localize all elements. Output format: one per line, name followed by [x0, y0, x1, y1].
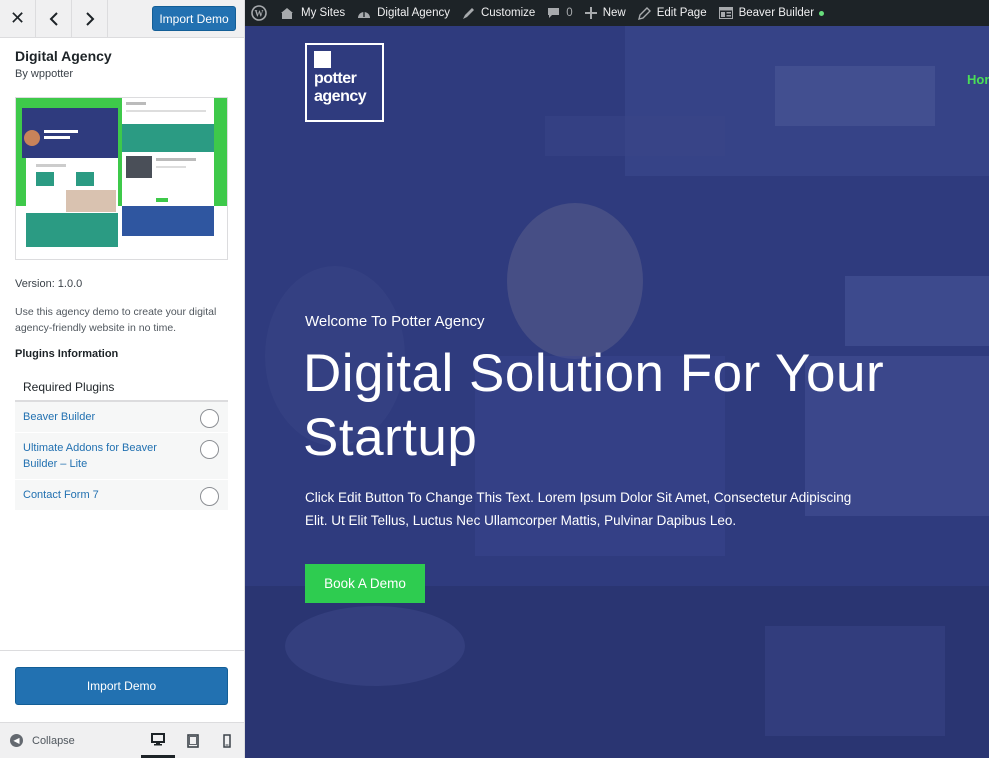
logo-line-2: agency — [314, 88, 367, 105]
my-sites-label: My Sites — [301, 7, 346, 19]
status-dot-icon — [819, 10, 825, 16]
collapse-label: Collapse — [32, 734, 75, 747]
hero-subtitle: Welcome To Potter Agency — [305, 313, 485, 330]
site-preview: potter agency Hor Welcome To Potter Agen… — [245, 26, 989, 758]
plugin-name[interactable]: Ultimate Addons for Beaver Builder – Lit… — [23, 442, 157, 470]
import-demo-button[interactable]: Import Demo — [15, 667, 228, 705]
chevron-right-icon[interactable] — [72, 0, 108, 37]
plugin-status-icon — [200, 440, 219, 459]
wp-admin-bar: W My Sites Digital Agency Customize 0 Ne… — [245, 0, 989, 26]
required-plugins-header: Required Plugins — [15, 372, 228, 402]
comments-link[interactable]: 0 — [541, 0, 578, 26]
theme-author: By wppotter — [15, 68, 74, 80]
customizer-sidebar: ✕ Import Demo Digital Agency By wppotter — [0, 0, 245, 758]
tablet-preview-icon[interactable] — [176, 723, 210, 758]
new-content-menu[interactable]: New — [579, 0, 632, 26]
plugins-heading: Plugins Information — [15, 348, 119, 360]
book-demo-button[interactable]: Book A Demo — [305, 564, 425, 603]
chevron-left-icon[interactable] — [36, 0, 72, 37]
customize-label: Customize — [480, 7, 536, 19]
mobile-preview-icon[interactable] — [210, 723, 244, 758]
my-sites-menu[interactable]: My Sites — [273, 0, 351, 26]
plugin-status-icon — [200, 409, 219, 428]
beaver-builder-link[interactable]: Beaver Builder — [713, 0, 830, 26]
desktop-preview-icon[interactable] — [141, 723, 175, 758]
site-logo[interactable]: potter agency — [305, 43, 384, 122]
hero-body-text: Click Edit Button To Change This Text. L… — [305, 490, 852, 528]
theme-version: Version: 1.0.0 — [15, 278, 83, 290]
wordpress-logo-icon[interactable]: W — [245, 0, 273, 26]
theme-title: Digital Agency — [15, 48, 112, 64]
plugin-status-icon — [200, 487, 219, 506]
new-label: New — [602, 7, 626, 19]
edit-page-label: Edit Page — [656, 7, 707, 19]
close-icon[interactable]: ✕ — [0, 0, 36, 37]
plugin-item-beaver-builder[interactable]: Beaver Builder — [15, 402, 228, 433]
site-name-label: Digital Agency — [377, 7, 450, 19]
theme-details: Digital Agency By wppotter Version: 1.0.… — [15, 48, 229, 511]
edit-page-link[interactable]: Edit Page — [632, 0, 713, 26]
plugin-item-contact-form-7[interactable]: Contact Form 7 — [15, 480, 228, 511]
plugins-list: Required Plugins Beaver Builder Ultimate… — [15, 372, 228, 511]
plugin-item-ultimate-addons[interactable]: Ultimate Addons for Beaver Builder – Lit… — [15, 433, 228, 480]
site-name-menu[interactable]: Digital Agency — [351, 0, 456, 26]
theme-description: Use this agency demo to create your digi… — [15, 306, 217, 334]
nav-link-home[interactable]: Hor — [967, 72, 989, 87]
collapse-button[interactable]: ◀ Collapse — [10, 734, 75, 747]
logo-square-icon — [314, 51, 331, 68]
comments-count: 0 — [566, 7, 573, 19]
import-demo-button-top[interactable]: Import Demo — [152, 6, 236, 31]
hero-title: Digital Solution For Your Startup — [303, 344, 885, 467]
theme-screenshot — [15, 97, 228, 260]
plugin-name[interactable]: Contact Form 7 — [23, 489, 99, 501]
plugin-name[interactable]: Beaver Builder — [23, 411, 95, 423]
beaver-builder-label: Beaver Builder — [738, 7, 815, 19]
divider — [0, 650, 244, 651]
sidebar-header: ✕ Import Demo — [0, 0, 244, 38]
logo-line-1: potter — [314, 70, 357, 87]
svg-text:W: W — [255, 9, 264, 19]
collapse-icon: ◀ — [10, 734, 23, 747]
customize-link[interactable]: Customize — [456, 0, 541, 26]
sidebar-footer: ◀ Collapse — [0, 722, 244, 758]
